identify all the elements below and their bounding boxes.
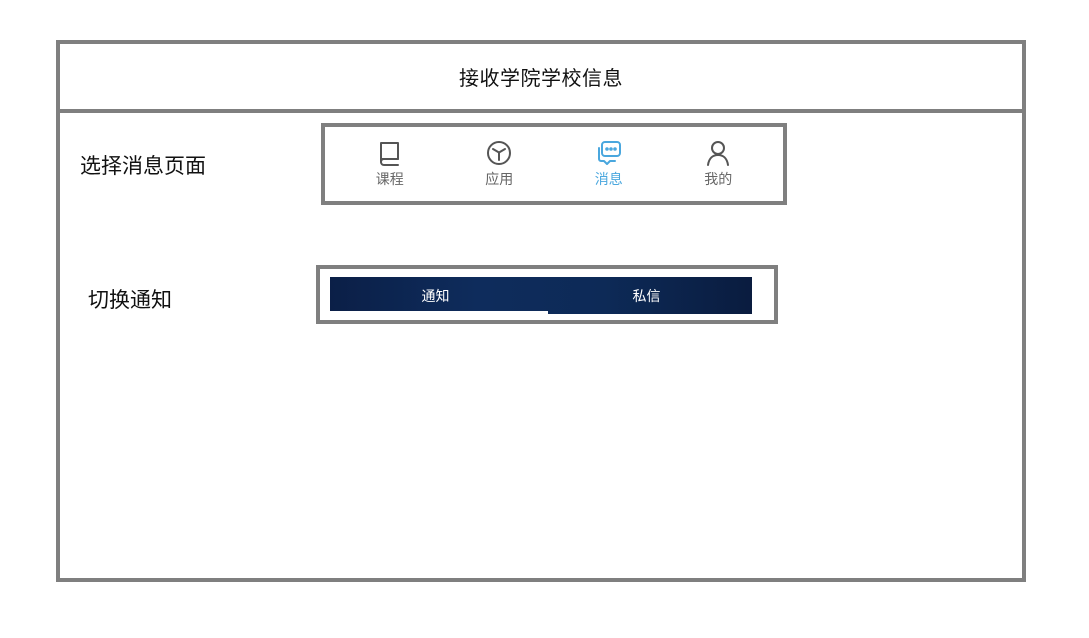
chat-icon <box>597 141 621 165</box>
tab-notice-label: 通知 <box>421 288 450 305</box>
nav-item-apps[interactable]: 应用 <box>459 134 539 194</box>
switch-notice-label: 切换通知 <box>88 288 172 312</box>
cube-icon <box>487 141 512 165</box>
page-title: 接收学院学校信息 <box>459 66 623 90</box>
tab-bar: 通知 私信 <box>330 277 752 314</box>
nav-item-course[interactable]: 课程 <box>350 134 430 194</box>
nav-item-me[interactable]: 我的 <box>678 134 758 194</box>
nav-label-course: 课程 <box>375 172 404 188</box>
tab-switcher-box: 通知 私信 <box>316 265 778 324</box>
nav-label-messages: 消息 <box>594 172 623 188</box>
user-icon <box>707 141 730 166</box>
wireframe-frame: 接收学院学校信息 选择消息页面 课程 应用 消息 我的 切换通知 通知 私信 <box>56 40 1026 582</box>
tab-notice[interactable]: 通知 <box>330 277 541 314</box>
book-icon <box>379 142 399 166</box>
active-tab-indicator <box>330 311 548 314</box>
nav-label-apps: 应用 <box>485 172 514 188</box>
bottom-nav-bar: 课程 应用 消息 我的 <box>321 123 787 205</box>
select-message-page-label: 选择消息页面 <box>80 154 206 178</box>
page-header: 接收学院学校信息 <box>60 44 1022 113</box>
nav-label-me: 我的 <box>704 172 733 188</box>
tab-private-message[interactable]: 私信 <box>541 277 752 314</box>
nav-item-messages[interactable]: 消息 <box>569 134 649 194</box>
tab-private-message-label: 私信 <box>632 288 661 305</box>
